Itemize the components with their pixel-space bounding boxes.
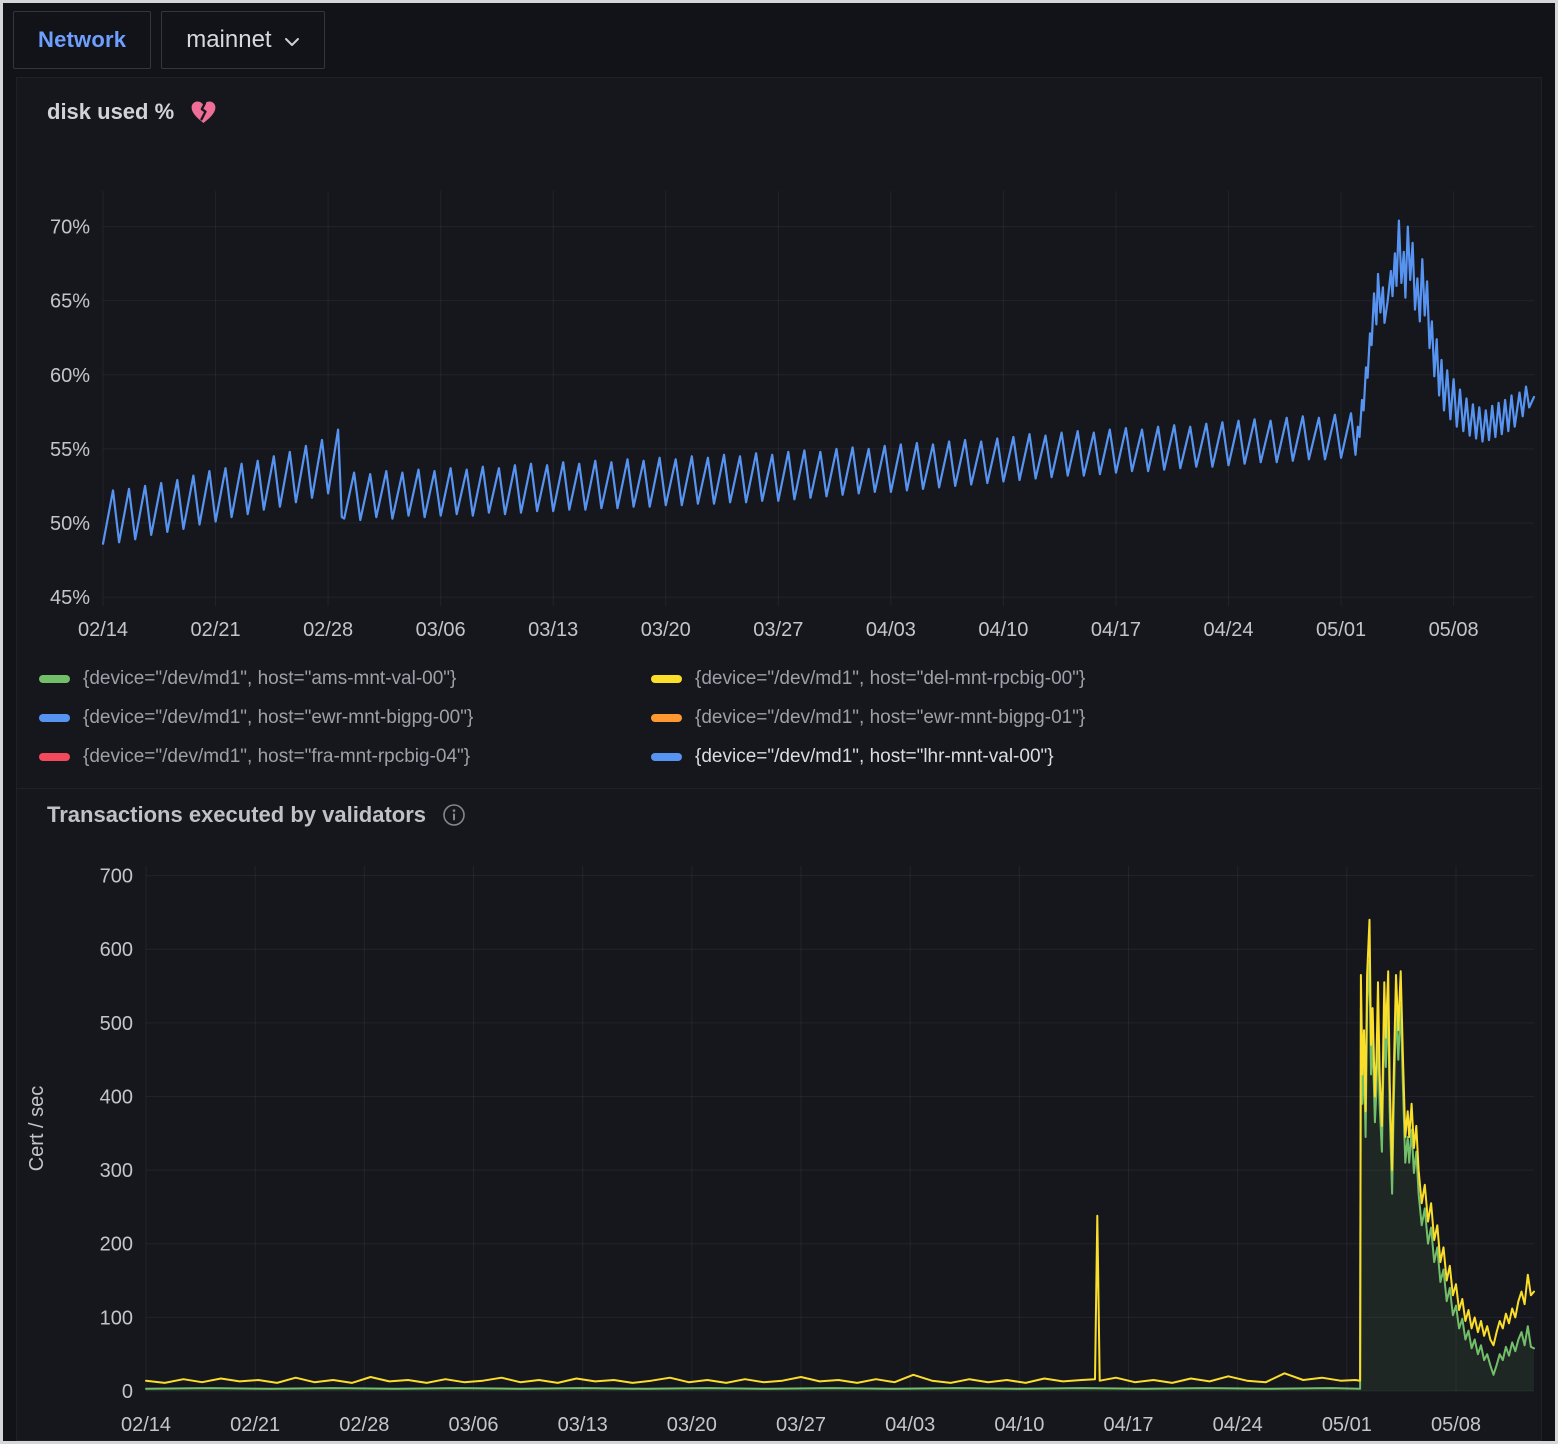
x-tick-label: 02/14 (121, 1414, 171, 1436)
legend-label[interactable]: {device="/dev/md1", host="del-mnt-rpcbig… (695, 668, 1085, 690)
x-tick-label: 04/24 (1203, 619, 1253, 641)
x-tick-label: 04/24 (1213, 1414, 1263, 1436)
x-tick-label: 05/01 (1316, 619, 1366, 641)
network-variable-dropdown[interactable]: mainnet (161, 11, 324, 69)
disk-chart-legend: {device="/dev/md1", host="ams-mnt-val-00… (17, 652, 1541, 768)
x-tick-label: 05/08 (1431, 1414, 1481, 1436)
x-tick-label: 02/14 (78, 619, 128, 641)
chevron-down-icon (284, 37, 300, 47)
grafana-dashboard: Network mainnet disk used % 02/1402/2102… (0, 0, 1558, 1444)
legend-item[interactable]: {device="/dev/md1", host="ewr-mnt-bigpg-… (651, 707, 1541, 729)
x-tick-label: 03/13 (528, 619, 578, 641)
panel-disk-used: disk used % 02/14 02/21 02/28 03/06 03/13 03/… (16, 77, 1542, 789)
panel-transactions-title[interactable]: Transactions executed by validators (47, 802, 426, 828)
panel-transactions-header: Transactions executed by validators (17, 789, 1541, 833)
y-tick-label: 55% (50, 439, 90, 461)
series-color-dash (651, 714, 682, 722)
y-axis-title: Cert / sec (26, 1086, 48, 1172)
panel-disk-header: disk used % (17, 78, 1541, 130)
x-tick-label: 03/13 (558, 1414, 608, 1436)
transactions-chart: 02/14 02/21 02/28 03/06 03/13 03/20 03/27 04/03… (17, 837, 1541, 1444)
y-tick-label: 600 (100, 939, 133, 961)
legend-item[interactable]: {device="/dev/md1", host="fra-mnt-rpcbig… (39, 746, 651, 768)
legend-item[interactable]: {device="/dev/md1", host="ams-mnt-val-00… (39, 668, 651, 690)
y-tick-label: 0 (122, 1381, 133, 1403)
series-line-{device="/dev/md1", host="lhr-mnt-val-00"} (103, 221, 1534, 544)
y-tick-label: 200 (100, 1234, 133, 1256)
network-variable-label-box: Network (13, 11, 151, 69)
legend-label[interactable]: {device="/dev/md1", host="ewr-mnt-bigpg-… (695, 707, 1085, 729)
x-tick-label: 03/06 (416, 619, 466, 641)
series-line-validators-green (146, 960, 1534, 1389)
legend-label[interactable]: {device="/dev/md1", host="ams-mnt-val-00… (83, 668, 456, 690)
series-area-validators-green (146, 960, 1534, 1391)
panel-disk-title[interactable]: disk used % (47, 99, 174, 125)
legend-item[interactable]: {device="/dev/md1", host="del-mnt-rpcbig… (651, 668, 1541, 690)
y-tick-label: 45% (50, 587, 90, 609)
x-tick-label: 03/27 (753, 619, 803, 641)
series-color-dash (39, 675, 70, 683)
broken-heart-icon (190, 100, 217, 125)
legend-label[interactable]: {device="/dev/md1", host="ewr-mnt-bigpg-… (83, 707, 473, 729)
variable-toolbar: Network mainnet (3, 3, 1555, 77)
x-tick-label: 04/03 (866, 619, 916, 641)
x-tick-label: 04/10 (978, 619, 1028, 641)
info-icon[interactable] (442, 803, 466, 827)
x-tick-label: 02/21 (230, 1414, 280, 1436)
x-tick-label: 04/17 (1103, 1414, 1153, 1436)
y-tick-label: 700 (100, 866, 133, 888)
network-variable-value: mainnet (186, 26, 271, 54)
y-tick-label: 60% (50, 365, 90, 387)
y-tick-label: 70% (50, 217, 90, 239)
series-line-validators-yellow (146, 920, 1534, 1383)
y-tick-label: 500 (100, 1013, 133, 1035)
legend-item[interactable]: {device="/dev/md1", host="ewr-mnt-bigpg-… (39, 707, 651, 729)
y-tick-label: 300 (100, 1160, 133, 1182)
x-tick-label: 02/28 (303, 619, 353, 641)
x-tick-label: 04/03 (885, 1414, 935, 1436)
legend-item[interactable]: {device="/dev/md1", host="lhr-mnt-val-00… (651, 746, 1541, 768)
y-tick-label: 100 (100, 1307, 133, 1329)
y-tick-label: 50% (50, 513, 90, 535)
x-tick-label: 02/21 (191, 619, 241, 641)
x-tick-label: 04/10 (994, 1414, 1044, 1436)
panel-transactions: Transactions executed by validators 02/1… (16, 789, 1542, 1441)
x-tick-label: 03/20 (641, 619, 691, 641)
disk-used-chart: 02/14 02/21 02/28 03/06 03/13 03/20 03/27 04/03… (17, 160, 1541, 652)
x-tick-label: 05/08 (1429, 619, 1479, 641)
x-tick-label: 03/20 (667, 1414, 717, 1436)
series-color-dash (651, 675, 682, 683)
x-tick-label: 04/17 (1091, 619, 1141, 641)
legend-label[interactable]: {device="/dev/md1", host="fra-mnt-rpcbig… (83, 746, 470, 768)
series-color-dash (651, 753, 682, 761)
y-tick-label: 400 (100, 1086, 133, 1108)
x-tick-label: 05/01 (1322, 1414, 1372, 1436)
network-variable-label: Network (38, 27, 126, 53)
series-color-dash (39, 753, 70, 761)
series-color-dash (39, 714, 70, 722)
legend-label[interactable]: {device="/dev/md1", host="lhr-mnt-val-00… (695, 746, 1054, 768)
x-tick-label: 03/06 (448, 1414, 498, 1436)
x-tick-label: 02/28 (339, 1414, 389, 1436)
y-tick-label: 65% (50, 291, 90, 313)
x-tick-label: 03/27 (776, 1414, 826, 1436)
